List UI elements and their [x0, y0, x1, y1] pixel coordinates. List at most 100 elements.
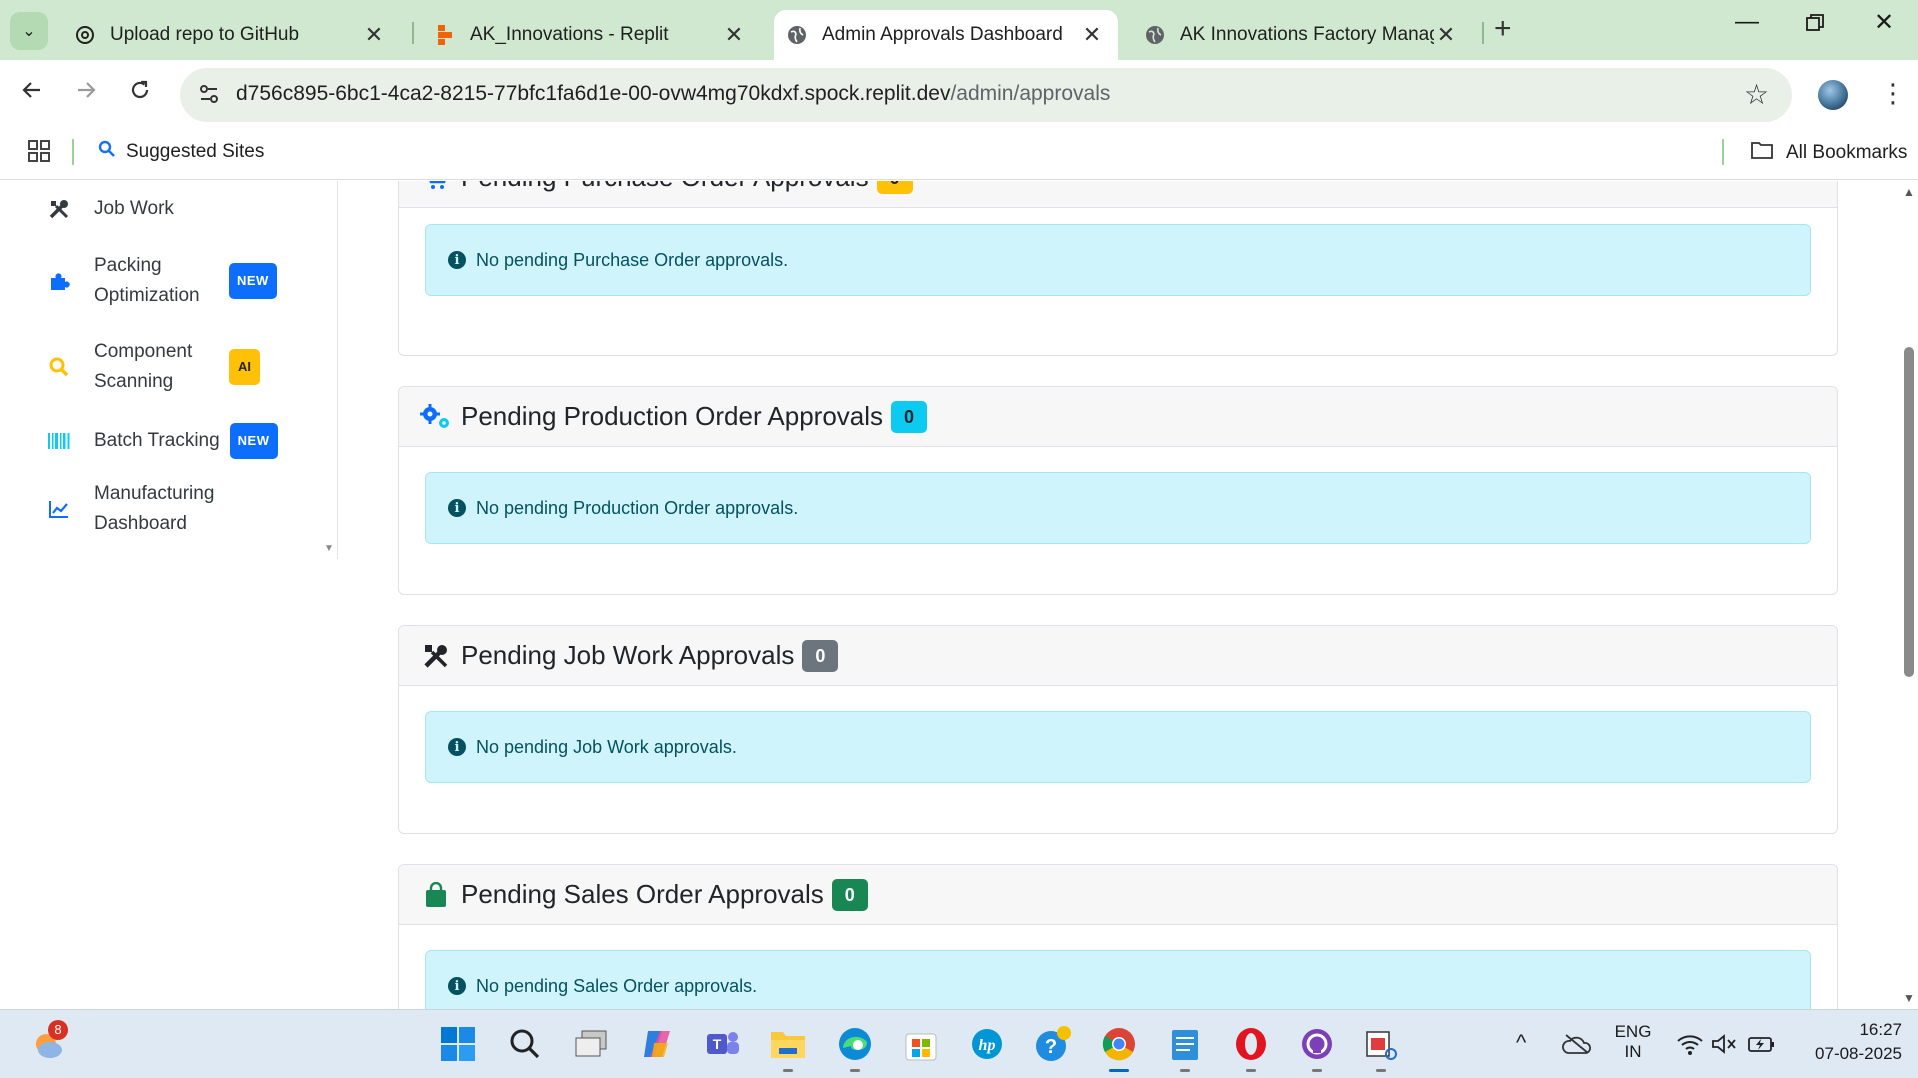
tab-search-button[interactable]: ⌄: [10, 12, 48, 50]
snipping-tool-icon[interactable]: [1361, 1024, 1401, 1064]
profile-avatar[interactable]: [1818, 80, 1848, 110]
close-icon[interactable]: ✕: [362, 22, 386, 48]
new-tab-button[interactable]: +: [1494, 12, 1512, 46]
search-icon[interactable]: [505, 1024, 545, 1064]
shopping-bag-icon: [419, 878, 453, 912]
notepad-icon[interactable]: [1165, 1024, 1205, 1064]
sidebar-item-component-scanning[interactable]: Component Scanning AI: [44, 337, 284, 397]
bookmarks-bar: [0, 130, 1918, 180]
info-icon: i: [448, 977, 466, 995]
tab-replit[interactable]: AK_Innovations - Replit ✕: [420, 10, 760, 60]
restore-button[interactable]: [1805, 12, 1825, 40]
scrollbar-thumb[interactable]: [1904, 347, 1914, 677]
file-explorer-icon[interactable]: [768, 1024, 808, 1064]
task-view-icon[interactable]: [571, 1024, 611, 1064]
forward-button[interactable]: [74, 78, 98, 109]
onedrive-icon[interactable]: [1557, 1024, 1597, 1064]
url-path: /admin/approvals: [950, 82, 1111, 105]
cart-icon: [419, 181, 453, 195]
tab-upload-repo[interactable]: Upload repo to GitHub ✕: [60, 10, 400, 60]
sidebar-item-label: Component Scanning: [94, 341, 193, 392]
clock-date: 07-08-2025: [1815, 1044, 1902, 1063]
card-title: Pending Production Order Approvals: [461, 401, 884, 431]
hp-icon[interactable]: hp: [967, 1024, 1007, 1064]
back-button[interactable]: [20, 78, 44, 109]
openai-icon: [74, 24, 96, 46]
running-indicator: [1312, 1069, 1322, 1072]
minimize-button[interactable]: —: [1735, 8, 1759, 36]
microsoft-store-icon[interactable]: [901, 1024, 941, 1064]
running-indicator: [1376, 1069, 1386, 1072]
count-badge: 0: [891, 400, 928, 433]
card-header: Pending Production Order Approvals 0: [399, 387, 1837, 447]
chart-line-icon: [44, 494, 74, 524]
bookmark-label: All Bookmarks: [1786, 142, 1908, 163]
copilot-icon[interactable]: [637, 1024, 677, 1064]
sidebar-item-packing-optimization[interactable]: Packing Optimization NEW: [44, 251, 284, 311]
tab-admin-approvals[interactable]: Admin Approvals Dashboard ✕: [774, 10, 1118, 60]
page-content: Job Work Packing Optimization NEW Compon…: [0, 181, 1918, 1009]
chevron-up-icon[interactable]: ^: [1516, 1030, 1526, 1056]
url-text[interactable]: d756c895-6bc1-4ca2-8215-77bfc1fa6d1e-00-…: [236, 82, 1110, 106]
github-desktop-icon[interactable]: [1297, 1024, 1337, 1064]
tools-icon: [419, 639, 453, 673]
card-title: Pending Purchase Order Approvals: [461, 181, 869, 193]
info-alert: i No pending Production Order approvals.: [425, 472, 1811, 544]
alert-message: No pending Purchase Order approvals.: [476, 249, 789, 270]
chrome-icon[interactable]: [1099, 1024, 1139, 1064]
battery-charging-icon[interactable]: [1742, 1024, 1782, 1064]
language-indicator[interactable]: ENG IN: [1608, 1022, 1658, 1062]
card-title: Pending Job Work Approvals: [461, 640, 795, 670]
info-alert: i No pending Sales Order approvals.: [425, 950, 1811, 1009]
sidebar-item-label: Packing Optimization: [94, 255, 200, 306]
apps-grid-icon[interactable]: [27, 139, 51, 168]
svg-text:T: T: [713, 1036, 722, 1052]
sidebar-item-label: Job Work: [94, 198, 174, 219]
teams-icon[interactable]: T: [703, 1024, 743, 1064]
bookmark-suggested-sites[interactable]: Suggested Sites: [98, 140, 264, 164]
alert-message: No pending Sales Order approvals.: [476, 975, 758, 996]
tab-divider: [1482, 22, 1484, 44]
globe-icon: [786, 24, 808, 46]
close-icon[interactable]: ✕: [1080, 22, 1104, 48]
tab-title: AK Innovations Factory Manage: [1180, 24, 1434, 45]
notification-count-badge: 8: [48, 1020, 68, 1040]
close-icon[interactable]: ✕: [722, 22, 746, 48]
sidebar-item-batch-tracking[interactable]: Batch Tracking NEW: [44, 423, 278, 459]
tab-title: Upload repo to GitHub: [110, 24, 300, 45]
sidebar-item-label: Manufacturing Dashboard: [94, 483, 215, 534]
count-badge: 0: [802, 639, 839, 672]
search-icon: [44, 352, 74, 382]
sales-approvals-card: Pending Sales Order Approvals 0 i No pen…: [398, 864, 1838, 1009]
tab-title: AK_Innovations - Replit: [470, 24, 669, 45]
url-host: d756c895-6bc1-4ca2-8215-77bfc1fa6d1e-00-…: [236, 82, 951, 105]
site-info-icon[interactable]: [195, 80, 223, 108]
scroll-up-arrow[interactable]: ▲: [1903, 185, 1915, 199]
all-bookmarks-button[interactable]: All Bookmarks: [1750, 140, 1907, 166]
help-icon[interactable]: ?: [1033, 1024, 1073, 1064]
puzzle-icon: [44, 266, 74, 296]
card-header: Pending Purchase Order Approvals 0: [399, 181, 1837, 208]
scroll-down-arrow[interactable]: ▼: [1903, 991, 1915, 1005]
clock[interactable]: 16:27 07-08-2025: [1792, 1020, 1902, 1064]
windows-start-icon[interactable]: [438, 1024, 478, 1064]
reload-button[interactable]: [128, 78, 152, 109]
info-alert: i No pending Purchase Order approvals.: [425, 224, 1811, 296]
svg-text:?: ?: [1045, 1036, 1057, 1058]
tab-factory-manager[interactable]: AK Innovations Factory Manage ✕: [1130, 10, 1472, 60]
sidebar-item-job-work[interactable]: Job Work: [44, 194, 174, 224]
edge-icon[interactable]: [835, 1024, 875, 1064]
card-title: Pending Sales Order Approvals: [461, 879, 824, 909]
chevron-down-icon: ⌄: [22, 23, 36, 40]
bookmark-star-icon[interactable]: ☆: [1744, 78, 1769, 111]
opera-icon[interactable]: [1231, 1024, 1271, 1064]
more-menu-icon[interactable]: ⋮: [1880, 78, 1906, 109]
language-code: ENG: [1614, 1022, 1652, 1041]
new-badge: NEW: [229, 263, 277, 299]
volume-muted-icon[interactable]: [1704, 1024, 1744, 1064]
sidebar-item-manufacturing-dashboard[interactable]: Manufacturing Dashboard: [44, 479, 224, 539]
close-window-button[interactable]: ✕: [1874, 8, 1894, 37]
gears-icon: [419, 400, 453, 434]
sidebar-scroll-down-arrow[interactable]: ▼: [324, 543, 334, 554]
close-icon[interactable]: ✕: [1434, 22, 1458, 48]
